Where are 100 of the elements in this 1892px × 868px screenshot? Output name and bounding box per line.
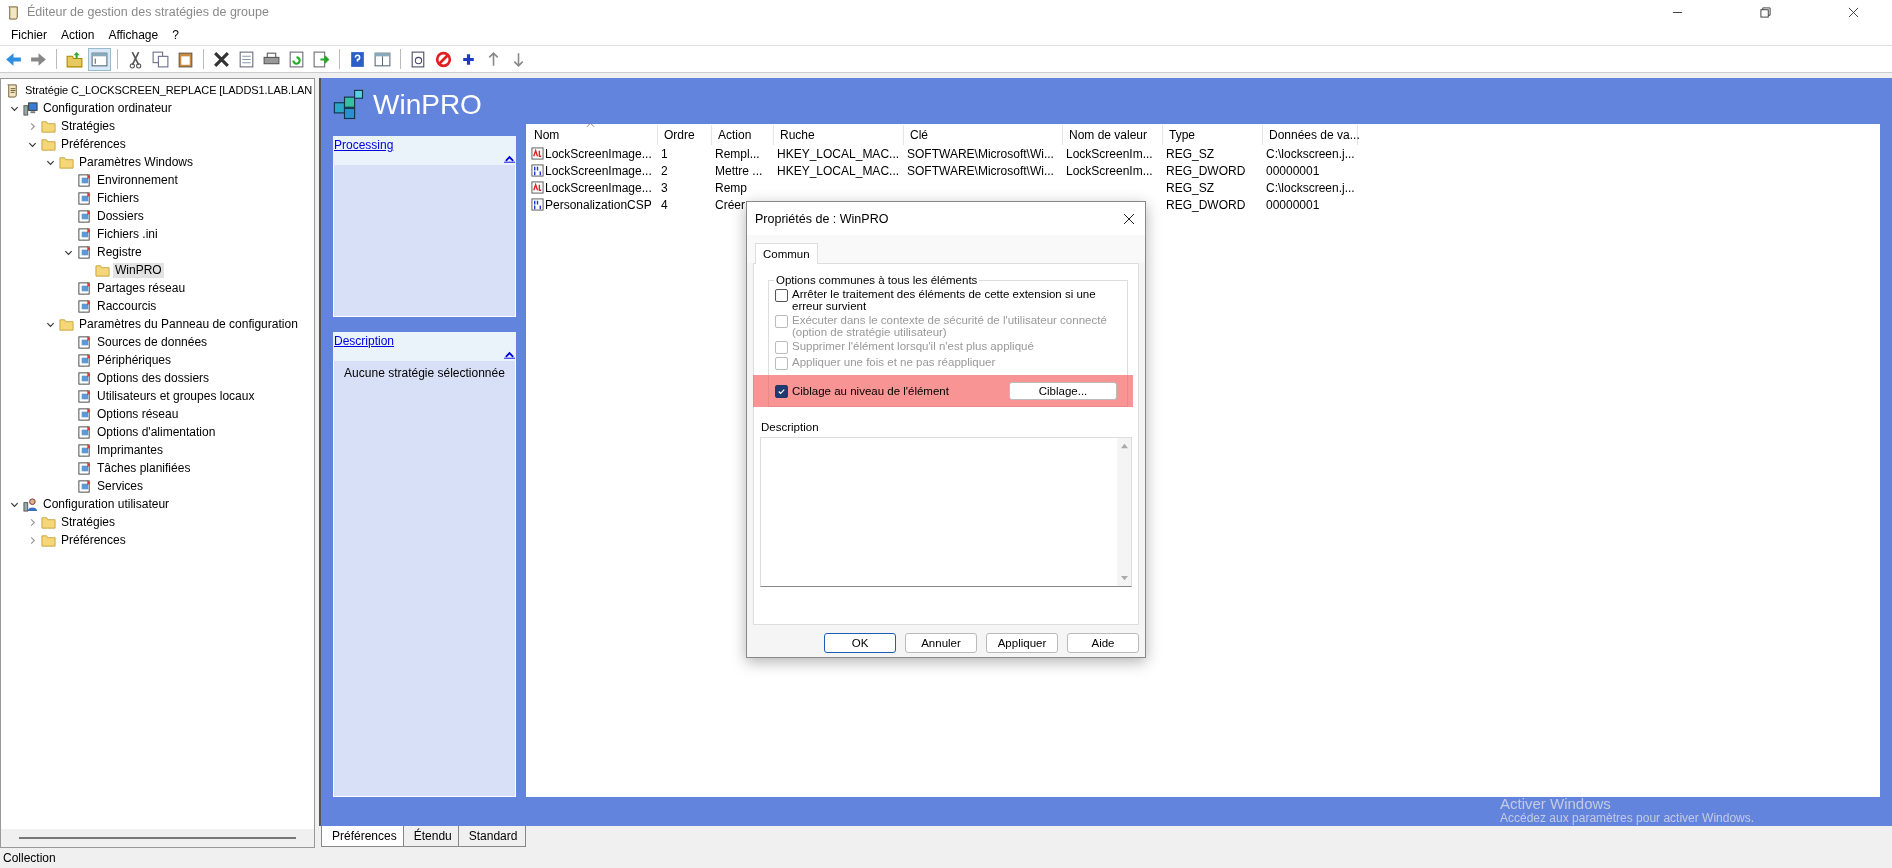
dialog-button[interactable]: Aide xyxy=(1067,633,1139,653)
document-icon xyxy=(77,244,92,260)
view-tab[interactable]: Préférences xyxy=(321,826,406,847)
tree-item[interactable]: Sources de données xyxy=(95,334,210,350)
dialog-title: Propriétés de : WinPRO xyxy=(755,211,889,226)
tree-item[interactable]: Paramètres du Panneau de configuration xyxy=(77,316,300,332)
tree-item[interactable]: Services xyxy=(95,478,145,494)
view-tab[interactable]: Standard xyxy=(457,826,527,847)
dialog-button[interactable]: Annuler xyxy=(905,633,977,653)
close-icon[interactable] xyxy=(1848,6,1859,18)
column-header[interactable]: Type xyxy=(1163,125,1263,145)
binary-value-icon xyxy=(531,198,544,211)
folder-icon xyxy=(41,532,56,548)
dialog-button[interactable]: OK xyxy=(824,633,896,653)
table-cell: LockScreenImage... xyxy=(545,180,652,195)
tree-item[interactable]: Utilisateurs et groupes locaux xyxy=(95,388,257,404)
column-header[interactable]: Action xyxy=(712,125,774,145)
column-header[interactable]: Nom de valeur xyxy=(1063,125,1163,145)
table-cell: REG_SZ xyxy=(1166,180,1214,195)
menu-item[interactable]: Action xyxy=(54,27,102,42)
scroll-icon xyxy=(5,82,20,98)
document-icon xyxy=(77,280,92,296)
option-label: Arrêter le traitement des éléments de cette extension si une erreur survient xyxy=(792,288,1097,312)
table-cell: 2 xyxy=(661,163,668,178)
menu-item[interactable]: Fichier xyxy=(4,27,54,42)
tree-item[interactable]: Préférences xyxy=(59,532,128,548)
document-icon xyxy=(77,442,92,458)
tree-item[interactable]: Périphériques xyxy=(95,352,174,368)
option-label: Supprimer l'élément lorsqu'il n'est plus appliqué xyxy=(792,340,1035,352)
panel-toggle-icon[interactable] xyxy=(89,48,110,70)
document-icon xyxy=(77,424,92,440)
targeting-button[interactable]: Ciblage... xyxy=(1009,382,1117,400)
column-header[interactable]: Clé xyxy=(904,125,1063,145)
menu-item[interactable]: ? xyxy=(165,27,186,42)
view-tab[interactable]: Étendu xyxy=(402,826,461,847)
table-cell: 3 xyxy=(661,180,668,195)
tree-item[interactable]: Fichiers xyxy=(95,190,141,206)
table-cell: Mettre ... xyxy=(715,163,763,178)
folder-icon xyxy=(41,136,56,152)
tree-item[interactable]: WinPRO xyxy=(113,262,164,278)
section-link[interactable]: Description xyxy=(334,334,395,348)
column-header[interactable]: Données de va... xyxy=(1263,125,1358,145)
document-icon xyxy=(77,226,92,242)
restore-icon[interactable] xyxy=(1760,6,1771,18)
checkbox[interactable] xyxy=(775,385,788,398)
tree-item[interactable]: Dossiers xyxy=(95,208,146,224)
tree-item[interactable]: Stratégies xyxy=(59,514,118,530)
tree-item[interactable]: Configuration utilisateur xyxy=(41,496,172,512)
column-header[interactable]: Ordre xyxy=(658,125,712,145)
document-icon xyxy=(77,388,92,404)
dialog-tab[interactable]: Commun xyxy=(755,243,818,264)
close-icon[interactable] xyxy=(1123,212,1135,225)
table-cell: HKEY_LOCAL_MAC... xyxy=(777,163,900,178)
tree-item[interactable]: Préférences xyxy=(59,136,128,152)
collapse-caret-icon[interactable] xyxy=(504,351,515,359)
checkmark-icon xyxy=(776,386,787,397)
tree-item[interactable]: Environnement xyxy=(95,172,180,188)
document-icon xyxy=(77,352,92,368)
description-label: Description xyxy=(761,421,820,433)
window-title: Éditeur de gestion des stratégies de groupe xyxy=(27,5,269,19)
tree-item[interactable]: Raccourcis xyxy=(95,298,159,314)
section-link[interactable]: Processing xyxy=(334,138,394,152)
column-header[interactable]: Nom xyxy=(528,125,658,145)
folder-icon xyxy=(41,118,56,134)
tree-item[interactable]: Stratégies xyxy=(59,118,118,134)
document-icon xyxy=(77,334,92,350)
tree-item[interactable]: Options des dossiers xyxy=(95,370,212,386)
tree-item[interactable]: Fichiers .ini xyxy=(95,226,160,242)
tree-item[interactable]: Options d'alimentation xyxy=(95,424,218,440)
copy-icon[interactable] xyxy=(150,48,171,70)
table-cell: SOFTWARE\Microsoft\Wi... xyxy=(907,146,1054,161)
document-icon xyxy=(77,370,92,386)
table-cell: Créer xyxy=(715,197,745,212)
details-title: WinPRO xyxy=(373,89,482,121)
activation-title: Activer Windows xyxy=(1500,796,1612,812)
checkbox[interactable] xyxy=(775,289,788,302)
folder-icon xyxy=(41,514,56,530)
scrollbar-thumb[interactable] xyxy=(19,837,296,839)
menu-item[interactable]: Affichage xyxy=(101,27,166,42)
column-header[interactable]: Ruche xyxy=(774,125,904,145)
tree-item[interactable]: Partages réseau xyxy=(95,280,188,296)
document-icon xyxy=(77,460,92,476)
collapse-caret-icon[interactable] xyxy=(504,155,515,163)
tree-item[interactable]: Imprimantes xyxy=(95,442,166,458)
tree-item[interactable]: Configuration ordinateur xyxy=(41,100,174,116)
export-icon[interactable] xyxy=(311,48,332,70)
table-cell: REG_SZ xyxy=(1166,146,1214,161)
tree-item[interactable]: Tâches planifiées xyxy=(95,460,193,476)
table-cell: Remp xyxy=(715,180,747,195)
tree-item[interactable]: Stratégie C_LOCKSCREEN_REPLACE [LADDS1.LAB.LAN xyxy=(23,82,314,98)
dialog-button[interactable]: Appliquer xyxy=(986,633,1058,653)
tree-item[interactable]: Options réseau xyxy=(95,406,181,422)
table-cell: LockScreenIm... xyxy=(1066,146,1153,161)
table-cell: SOFTWARE\Microsoft\Wi... xyxy=(907,163,1054,178)
folder-icon xyxy=(95,262,110,278)
tree-item[interactable]: Registre xyxy=(95,244,144,260)
tree-item[interactable]: Paramètres Windows xyxy=(77,154,196,170)
panel-text: Aucune stratégie sélectionnée xyxy=(344,366,505,380)
option-label: Ciblage au niveau de l'élément xyxy=(792,385,950,397)
option-label: Exécuter dans le contexte de sécurité de l'utilisateur connecté (option de stratégie utilisateur) xyxy=(792,314,1108,338)
